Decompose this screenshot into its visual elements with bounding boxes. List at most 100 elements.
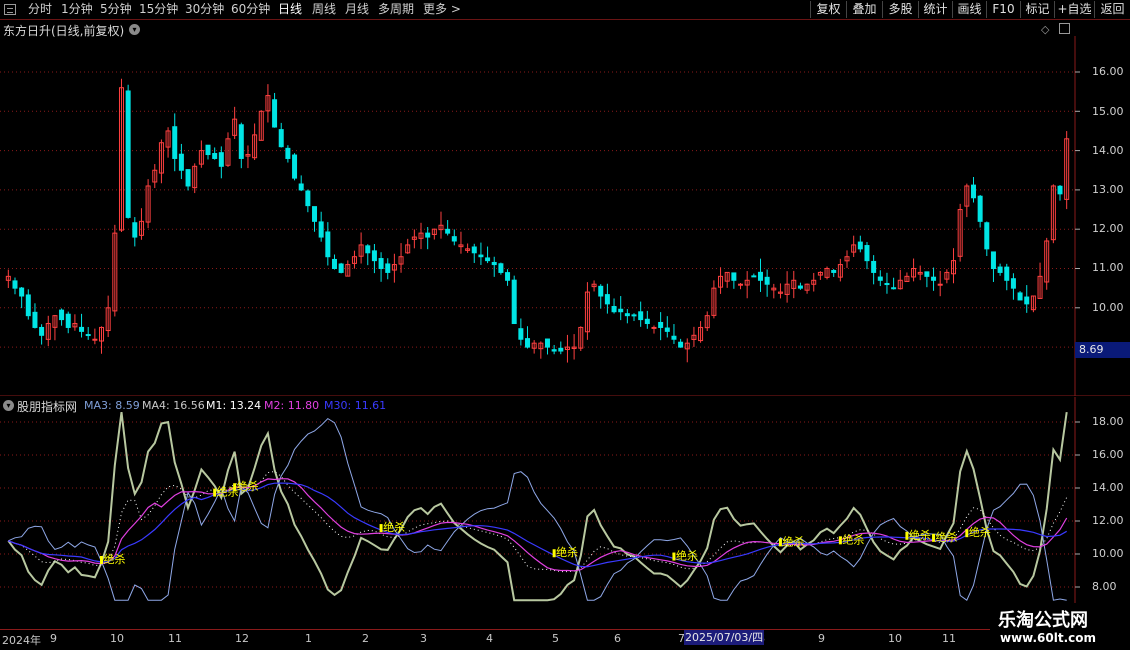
candle-body bbox=[984, 222, 990, 250]
candle-body bbox=[551, 349, 557, 352]
candle-body bbox=[970, 184, 976, 199]
stats-button[interactable]: 统计 bbox=[918, 1, 952, 18]
candle-body bbox=[451, 236, 457, 242]
candle-body bbox=[678, 341, 684, 348]
time-axis-label: 10 bbox=[110, 632, 124, 645]
signal-label: 绝杀 bbox=[782, 534, 804, 548]
diamond-icon[interactable]: ◇ bbox=[1041, 23, 1049, 36]
period-15min[interactable]: 15分钟 bbox=[139, 2, 178, 17]
signal-label: 绝杀 bbox=[237, 479, 259, 493]
time-axis-label: 6 bbox=[614, 632, 621, 645]
time-axis-label: 5 bbox=[552, 632, 559, 645]
candle-body bbox=[285, 147, 291, 159]
candle-body bbox=[857, 241, 863, 250]
candle-body bbox=[125, 90, 131, 218]
candle-body bbox=[39, 326, 45, 336]
overlay-button[interactable]: 叠加 bbox=[846, 1, 882, 18]
candle-body bbox=[631, 314, 637, 317]
period-more[interactable]: 更多 > bbox=[423, 2, 461, 17]
period-multi[interactable]: 多周期 bbox=[378, 2, 414, 17]
candle-body bbox=[59, 309, 65, 321]
candle-body bbox=[478, 254, 484, 258]
candle-body bbox=[764, 276, 770, 285]
period-60min[interactable]: 60分钟 bbox=[231, 2, 270, 17]
candle-body bbox=[65, 313, 71, 328]
indicator-axis-label: 12.00 bbox=[1092, 514, 1124, 527]
candle-body bbox=[797, 285, 803, 289]
signal-label: 绝杀 bbox=[556, 545, 578, 559]
candle-body bbox=[365, 245, 371, 254]
time-axis-label: 9 bbox=[50, 632, 57, 645]
signal-label: 绝杀 bbox=[842, 532, 864, 546]
multi-stock-button[interactable]: 多股 bbox=[882, 1, 918, 18]
candle-body bbox=[511, 279, 517, 325]
candle-body bbox=[25, 294, 31, 317]
candle-body bbox=[864, 245, 870, 262]
time-axis-label: 4 bbox=[486, 632, 493, 645]
candle-body bbox=[318, 221, 324, 238]
candle-body bbox=[331, 258, 337, 269]
f10-button[interactable]: F10 bbox=[986, 1, 1020, 18]
price-axis-label: 14.00 bbox=[1092, 144, 1124, 157]
menu-icon[interactable] bbox=[4, 4, 16, 15]
candle-body bbox=[604, 294, 610, 305]
period-30min[interactable]: 30分钟 bbox=[185, 2, 224, 17]
candle-body bbox=[312, 206, 318, 222]
signal-label: 绝杀 bbox=[676, 549, 698, 563]
price-axis-label: 12.00 bbox=[1092, 222, 1124, 235]
candle-body bbox=[292, 154, 298, 179]
ma3-line bbox=[8, 417, 1067, 601]
candle-body bbox=[997, 266, 1003, 273]
chevron-down-icon[interactable]: ▾ bbox=[129, 24, 140, 35]
signal-label: 绝杀 bbox=[936, 530, 958, 544]
candle-body bbox=[664, 327, 670, 332]
candle-body bbox=[751, 275, 757, 278]
candle-body bbox=[598, 285, 604, 297]
candle-body bbox=[385, 263, 391, 273]
candle-body bbox=[19, 287, 25, 297]
candle-body bbox=[92, 338, 98, 341]
draw-line-button[interactable]: 画线 bbox=[952, 1, 986, 18]
crosshair-date: 2025/07/03/四 bbox=[684, 630, 765, 645]
price-axis-label: 10.00 bbox=[1092, 301, 1124, 314]
candle-body bbox=[644, 318, 650, 325]
candle-body bbox=[658, 321, 664, 328]
period-weekly[interactable]: 周线 bbox=[312, 2, 336, 17]
fuquan-button[interactable]: 复权 bbox=[810, 1, 846, 18]
period-monthly[interactable]: 月线 bbox=[345, 2, 369, 17]
time-axis bbox=[0, 629, 1075, 630]
period-fenshi[interactable]: 分时 bbox=[28, 2, 52, 17]
candle-body bbox=[738, 283, 744, 286]
candle-body bbox=[498, 263, 504, 273]
candle-body bbox=[891, 287, 897, 290]
period-5min[interactable]: 5分钟 bbox=[100, 2, 132, 17]
period-1min[interactable]: 1分钟 bbox=[61, 2, 93, 17]
candle-body bbox=[671, 335, 677, 340]
ma4-line bbox=[7, 411, 1068, 602]
price-axis-label: 16.00 bbox=[1092, 65, 1124, 78]
indicator-axis-label: 10.00 bbox=[1092, 547, 1124, 560]
time-axis-label: 9 bbox=[818, 632, 825, 645]
candle-body bbox=[1010, 278, 1016, 289]
candle-body bbox=[378, 258, 384, 270]
candlestick-chart[interactable] bbox=[0, 36, 1130, 396]
indicator-chart[interactable]: 绝杀绝杀绝杀绝杀绝杀 绝杀绝杀 绝杀 绝杀 绝杀 绝杀 bbox=[0, 397, 1130, 630]
candle-body bbox=[132, 222, 138, 238]
mark-button[interactable]: 标记 bbox=[1020, 1, 1054, 18]
period-daily[interactable]: 日线 bbox=[278, 2, 302, 17]
time-axis-label: 3 bbox=[420, 632, 427, 645]
candle-body bbox=[638, 311, 644, 321]
add-watchlist-button[interactable]: +自选 bbox=[1054, 1, 1094, 18]
signal-label: 绝杀 bbox=[104, 552, 126, 566]
price-axis-label: 15.00 bbox=[1092, 105, 1124, 118]
window-toggle-icon[interactable] bbox=[1059, 23, 1070, 34]
candle-body bbox=[485, 257, 491, 262]
back-button[interactable]: 返回 bbox=[1094, 1, 1130, 18]
candle-body bbox=[471, 246, 477, 254]
time-axis-label: 11 bbox=[168, 632, 182, 645]
candle-body bbox=[558, 347, 564, 352]
signal-label: 绝杀 bbox=[969, 525, 991, 539]
candle-body bbox=[371, 250, 377, 262]
candle-body bbox=[425, 232, 431, 238]
candle-body bbox=[218, 152, 224, 167]
